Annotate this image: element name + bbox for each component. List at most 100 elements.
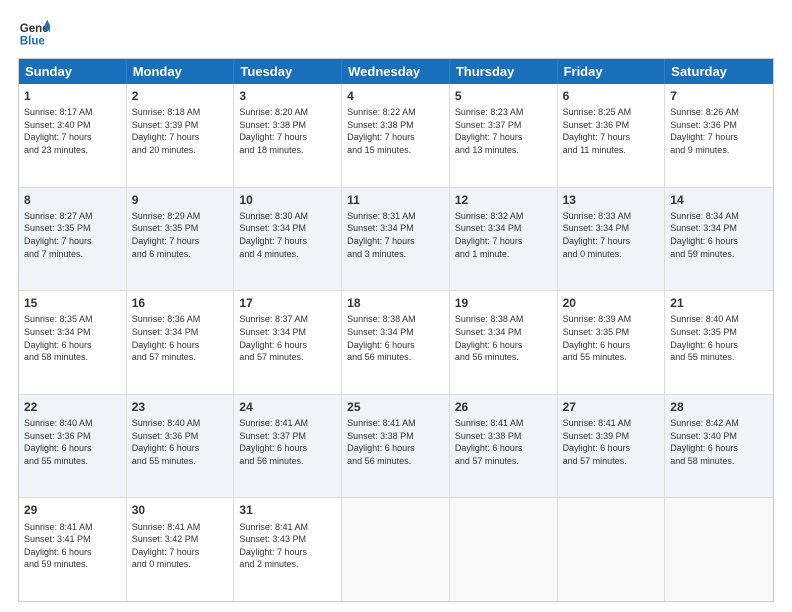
day-number: 4 — [347, 88, 444, 104]
week-row-1: 1 Sunrise: 8:17 AMSunset: 3:40 PMDaylight… — [19, 84, 773, 187]
day-cell-1: 1 Sunrise: 8:17 AMSunset: 3:40 PMDaylight… — [19, 84, 127, 187]
day-info: Sunrise: 8:41 AMSunset: 3:42 PMDaylight:… — [132, 521, 229, 571]
day-info: Sunrise: 8:33 AMSunset: 3:34 PMDaylight:… — [563, 210, 660, 260]
day-info: Sunrise: 8:41 AMSunset: 3:43 PMDaylight:… — [239, 521, 336, 571]
day-cell-27: 27 Sunrise: 8:41 AMSunset: 3:39 PMDayligh… — [558, 395, 666, 498]
day-cell-9: 9Sunrise: 8:29 AMSunset: 3:35 PMDaylight… — [127, 188, 235, 291]
day-info: Sunrise: 8:17 AMSunset: 3:40 PMDaylight:… — [24, 106, 121, 156]
day-number: 18 — [347, 295, 444, 311]
day-info: Sunrise: 8:38 AMSunset: 3:34 PMDaylight:… — [347, 313, 444, 363]
day-info: Sunrise: 8:27 AMSunset: 3:35 PMDaylight:… — [24, 210, 121, 260]
day-number: 1 — [24, 88, 121, 104]
header-day-monday: Monday — [127, 59, 235, 84]
day-info: Sunrise: 8:32 AMSunset: 3:34 PMDaylight:… — [455, 210, 552, 260]
day-cell-5: 5 Sunrise: 8:23 AMSunset: 3:37 PMDaylight… — [450, 84, 558, 187]
page: General Blue SundayMondayTuesdayWednesda… — [0, 0, 792, 612]
day-cell-11: 11 Sunrise: 8:31 AMSunset: 3:34 PMDayligh… — [342, 188, 450, 291]
day-info: Sunrise: 8:37 AMSunset: 3:34 PMDaylight:… — [239, 313, 336, 363]
day-number: 11 — [347, 192, 444, 208]
calendar: SundayMondayTuesdayWednesdayThursdayFrid… — [18, 58, 774, 602]
day-cell-13: 13Sunrise: 8:33 AMSunset: 3:34 PMDayligh… — [558, 188, 666, 291]
day-number: 28 — [670, 399, 768, 415]
day-cell-30: 30 Sunrise: 8:41 AMSunset: 3:42 PMDayligh… — [127, 498, 235, 601]
day-cell-26: 26 Sunrise: 8:41 AMSunset: 3:38 PMDayligh… — [450, 395, 558, 498]
day-number: 16 — [132, 295, 229, 311]
day-info: Sunrise: 8:41 AMSunset: 3:41 PMDaylight:… — [24, 521, 121, 571]
day-info: Sunrise: 8:18 AMSunset: 3:39 PMDaylight:… — [132, 106, 229, 156]
day-number: 5 — [455, 88, 552, 104]
day-number: 14 — [670, 192, 768, 208]
day-number: 19 — [455, 295, 552, 311]
day-number: 31 — [239, 502, 336, 518]
day-cell-15: 15 Sunrise: 8:35 AMSunset: 3:34 PMDayligh… — [19, 291, 127, 394]
day-cell-6: 6 Sunrise: 8:25 AMSunset: 3:36 PMDaylight… — [558, 84, 666, 187]
day-number: 12 — [455, 192, 552, 208]
week-row-2: 8 Sunrise: 8:27 AMSunset: 3:35 PMDaylight… — [19, 187, 773, 291]
day-cell-8: 8 Sunrise: 8:27 AMSunset: 3:35 PMDaylight… — [19, 188, 127, 291]
day-info: Sunrise: 8:41 AMSunset: 3:38 PMDaylight:… — [347, 417, 444, 467]
svg-text:Blue: Blue — [20, 36, 46, 48]
day-cell-28: 28 Sunrise: 8:42 AMSunset: 3:40 PMDayligh… — [665, 395, 773, 498]
day-info: Sunrise: 8:20 AMSunset: 3:38 PMDaylight:… — [239, 106, 336, 156]
day-cell-23: 23Sunrise: 8:40 AMSunset: 3:36 PMDayligh… — [127, 395, 235, 498]
day-number: 21 — [670, 295, 768, 311]
general-blue-icon: General Blue — [18, 18, 50, 50]
day-cell-7: 7 Sunrise: 8:26 AMSunset: 3:36 PMDaylight… — [665, 84, 773, 187]
header: General Blue — [18, 18, 774, 50]
day-number: 10 — [239, 192, 336, 208]
day-info: Sunrise: 8:31 AMSunset: 3:34 PMDaylight:… — [347, 210, 444, 260]
day-info: Sunrise: 8:40 AMSunset: 3:35 PMDaylight:… — [670, 313, 768, 363]
day-info: Sunrise: 8:23 AMSunset: 3:37 PMDaylight:… — [455, 106, 552, 156]
day-number: 8 — [24, 192, 121, 208]
day-info: Sunrise: 8:40 AMSunset: 3:36 PMDaylight:… — [24, 417, 121, 467]
empty-cell — [558, 498, 666, 601]
day-info: Sunrise: 8:42 AMSunset: 3:40 PMDaylight:… — [670, 417, 768, 467]
day-number: 27 — [563, 399, 660, 415]
day-cell-19: 19 Sunrise: 8:38 AMSunset: 3:34 PMDayligh… — [450, 291, 558, 394]
day-number: 3 — [239, 88, 336, 104]
day-info: Sunrise: 8:34 AMSunset: 3:34 PMDaylight:… — [670, 210, 768, 260]
header-day-friday: Friday — [558, 59, 666, 84]
header-day-saturday: Saturday — [665, 59, 773, 84]
header-day-wednesday: Wednesday — [342, 59, 450, 84]
day-cell-18: 18 Sunrise: 8:38 AMSunset: 3:34 PMDayligh… — [342, 291, 450, 394]
day-info: Sunrise: 8:30 AMSunset: 3:34 PMDaylight:… — [239, 210, 336, 260]
day-info: Sunrise: 8:22 AMSunset: 3:38 PMDaylight:… — [347, 106, 444, 156]
week-row-4: 22Sunrise: 8:40 AMSunset: 3:36 PMDayligh… — [19, 394, 773, 498]
day-info: Sunrise: 8:39 AMSunset: 3:35 PMDaylight:… — [563, 313, 660, 363]
day-info: Sunrise: 8:40 AMSunset: 3:36 PMDaylight:… — [132, 417, 229, 467]
day-number: 17 — [239, 295, 336, 311]
day-number: 25 — [347, 399, 444, 415]
day-number: 2 — [132, 88, 229, 104]
day-number: 6 — [563, 88, 660, 104]
calendar-body: 1 Sunrise: 8:17 AMSunset: 3:40 PMDaylight… — [19, 84, 773, 601]
day-cell-21: 21 Sunrise: 8:40 AMSunset: 3:35 PMDayligh… — [665, 291, 773, 394]
empty-cell — [665, 498, 773, 601]
day-info: Sunrise: 8:38 AMSunset: 3:34 PMDaylight:… — [455, 313, 552, 363]
week-row-3: 15 Sunrise: 8:35 AMSunset: 3:34 PMDayligh… — [19, 290, 773, 394]
day-cell-16: 16Sunrise: 8:36 AMSunset: 3:34 PMDayligh… — [127, 291, 235, 394]
week-row-5: 29Sunrise: 8:41 AMSunset: 3:41 PMDayligh… — [19, 497, 773, 601]
day-number: 30 — [132, 502, 229, 518]
day-cell-17: 17 Sunrise: 8:37 AMSunset: 3:34 PMDayligh… — [234, 291, 342, 394]
day-cell-31: 31 Sunrise: 8:41 AMSunset: 3:43 PMDayligh… — [234, 498, 342, 601]
day-cell-12: 12 Sunrise: 8:32 AMSunset: 3:34 PMDayligh… — [450, 188, 558, 291]
day-cell-10: 10 Sunrise: 8:30 AMSunset: 3:34 PMDayligh… — [234, 188, 342, 291]
day-info: Sunrise: 8:41 AMSunset: 3:38 PMDaylight:… — [455, 417, 552, 467]
day-info: Sunrise: 8:41 AMSunset: 3:39 PMDaylight:… — [563, 417, 660, 467]
day-cell-3: 3 Sunrise: 8:20 AMSunset: 3:38 PMDaylight… — [234, 84, 342, 187]
day-cell-22: 22Sunrise: 8:40 AMSunset: 3:36 PMDayligh… — [19, 395, 127, 498]
logo: General Blue — [18, 18, 50, 50]
day-cell-29: 29Sunrise: 8:41 AMSunset: 3:41 PMDayligh… — [19, 498, 127, 601]
day-number: 15 — [24, 295, 121, 311]
day-info: Sunrise: 8:25 AMSunset: 3:36 PMDaylight:… — [563, 106, 660, 156]
day-cell-14: 14 Sunrise: 8:34 AMSunset: 3:34 PMDayligh… — [665, 188, 773, 291]
day-cell-20: 20 Sunrise: 8:39 AMSunset: 3:35 PMDayligh… — [558, 291, 666, 394]
empty-cell — [450, 498, 558, 601]
day-number: 20 — [563, 295, 660, 311]
day-number: 7 — [670, 88, 768, 104]
day-info: Sunrise: 8:26 AMSunset: 3:36 PMDaylight:… — [670, 106, 768, 156]
day-info: Sunrise: 8:35 AMSunset: 3:34 PMDaylight:… — [24, 313, 121, 363]
day-cell-4: 4 Sunrise: 8:22 AMSunset: 3:38 PMDaylight… — [342, 84, 450, 187]
day-number: 26 — [455, 399, 552, 415]
